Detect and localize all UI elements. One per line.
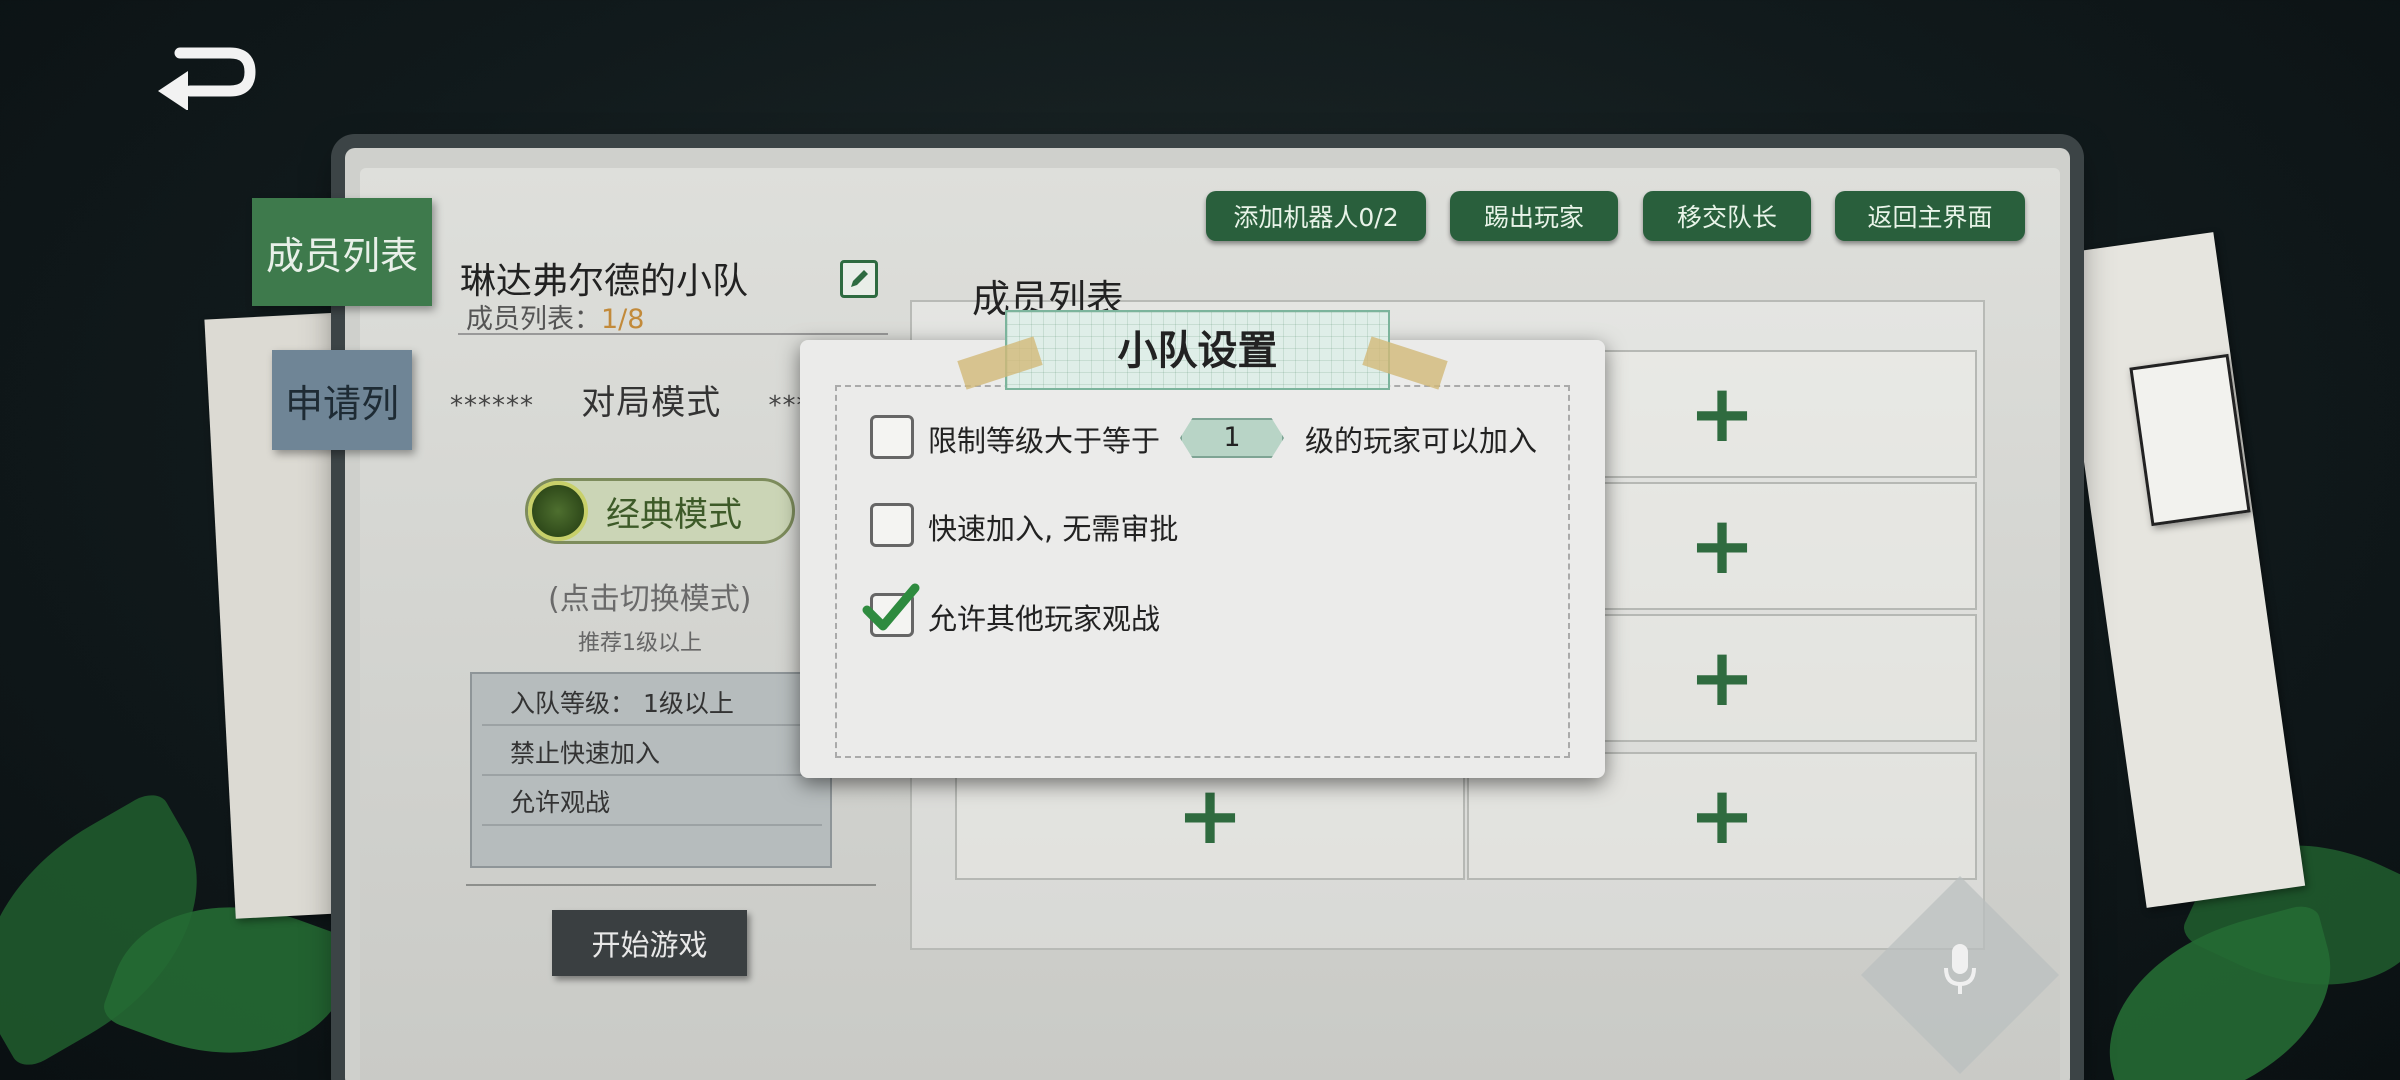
paper-decoration	[2054, 232, 2306, 908]
divider	[482, 774, 822, 776]
add-member-icon: +	[1688, 769, 1756, 862]
level-limit-checkbox[interactable]	[870, 415, 914, 459]
mode-hint: (点击切换模式)	[548, 582, 752, 617]
kick-player-button[interactable]: 踢出玩家	[1450, 191, 1618, 241]
microphone-icon	[1944, 944, 1976, 994]
quick-join-checkbox[interactable]	[870, 503, 914, 547]
divider	[482, 824, 822, 826]
divider	[458, 333, 888, 335]
allow-spectate-label: 允许其他玩家观战	[928, 602, 1161, 636]
pencil-icon	[851, 270, 868, 287]
divider	[482, 724, 822, 726]
mode-title: 对局模式	[581, 383, 722, 423]
add-member-icon: +	[1688, 367, 1756, 460]
mode-current-label: 经典模式	[606, 494, 742, 535]
level-limit-suffix: 级的玩家可以加入	[1305, 424, 1538, 458]
rule-spectate: 允许观战	[510, 788, 611, 817]
add-member-icon: +	[1688, 499, 1756, 592]
divider	[466, 884, 876, 886]
member-count-value: 1/8	[601, 304, 645, 335]
level-input[interactable]: 1	[1180, 418, 1284, 458]
edit-name-button[interactable]	[840, 260, 878, 298]
tab-members[interactable]: 成员列表	[252, 198, 432, 306]
level-limit-label: 限制等级大于等于	[928, 424, 1161, 458]
back-arrow-icon	[158, 47, 256, 111]
mode-header: ****** 对局模式 *****	[450, 375, 838, 424]
back-button[interactable]	[150, 35, 260, 111]
member-count: 成员列表：1/8	[466, 297, 644, 336]
add-member-icon: +	[1176, 769, 1244, 862]
leaf-decoration	[2083, 901, 2357, 1080]
return-main-button[interactable]: 返回主界面	[1835, 191, 2025, 241]
rules-box: 入队等级： 1级以上 禁止快速加入 允许观战	[470, 672, 832, 868]
transfer-leader-button[interactable]: 移交队长	[1643, 191, 1811, 241]
tab-apply-list[interactable]: 申请列	[272, 350, 412, 450]
dialog-title: 小队设置	[1117, 328, 1278, 374]
rule-join-level: 入队等级： 1级以上	[510, 689, 734, 718]
allow-spectate-checkbox[interactable]	[862, 583, 920, 637]
quick-join-label: 快速加入, 无需审批	[928, 512, 1179, 546]
rule-quick-join: 禁止快速加入	[510, 739, 661, 768]
mode-switch-button[interactable]: 经典模式	[525, 478, 795, 544]
stars-left: ******	[450, 391, 534, 421]
recommend-level: 推荐1级以上	[578, 631, 702, 656]
add-member-icon: +	[1688, 631, 1756, 724]
swirl-icon	[528, 481, 588, 541]
add-bot-button[interactable]: 添加机器人0/2	[1206, 191, 1426, 241]
start-game-button[interactable]: 开始游戏	[552, 910, 747, 976]
checkmark-icon	[862, 583, 920, 631]
member-count-label: 成员列表：	[466, 304, 601, 335]
